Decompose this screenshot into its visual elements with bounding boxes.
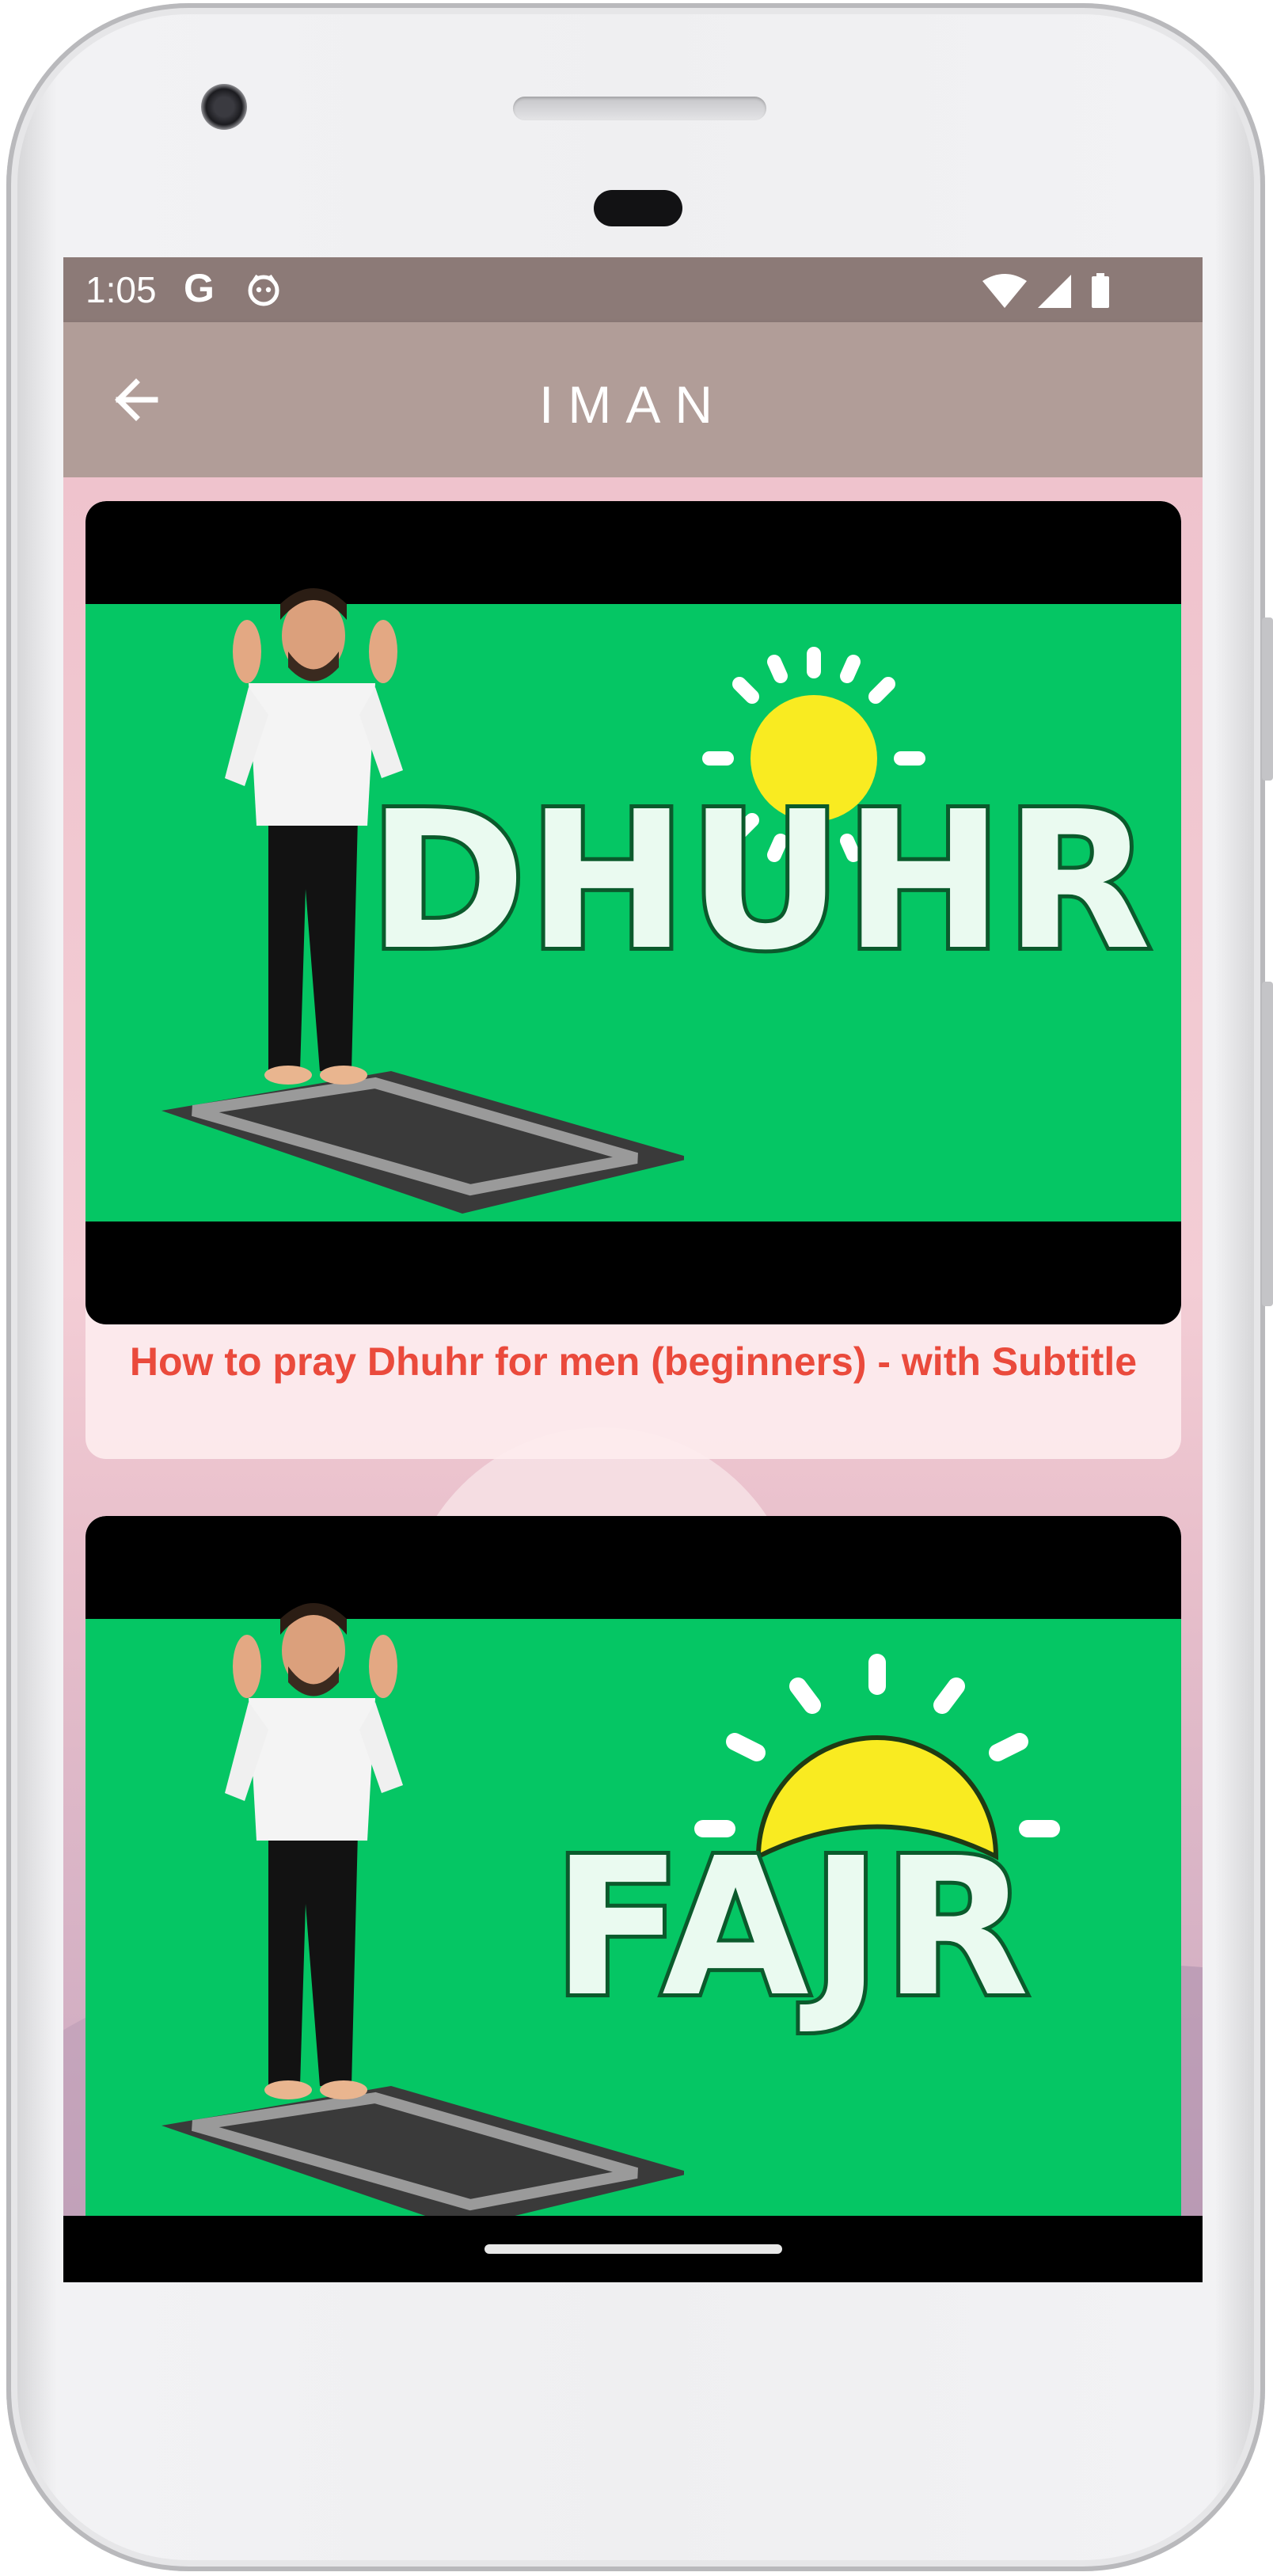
wifi-icon	[982, 274, 1027, 308]
video-thumbnail[interactable]: FAJR	[86, 1516, 1181, 2282]
status-bar: 1:05 G	[63, 257, 1203, 322]
home-gesture-handle[interactable]	[484, 2244, 782, 2254]
status-icons	[982, 273, 1109, 308]
video-title[interactable]: How to pray Dhuhr for men (beginners) - …	[86, 1339, 1181, 1385]
battery-icon	[1092, 276, 1109, 308]
front-camera	[201, 84, 247, 130]
thumbnail-text: DHUHR	[364, 770, 1155, 992]
power-button	[1262, 617, 1273, 781]
video-list: DHUHR How to pray Dhuhr for men (beginne…	[63, 477, 1203, 2282]
volume-button	[1262, 982, 1273, 1306]
navigation-bar	[63, 2216, 1203, 2282]
screen: 1:05 G IMAN DHUHR How to pray Dhuhr for …	[63, 257, 1203, 2282]
status-time: 1:05	[86, 269, 157, 310]
video-card[interactable]: DHUHR How to pray Dhuhr for men (beginne…	[86, 501, 1181, 1459]
earpiece-speaker	[513, 97, 766, 120]
page-title: IMAN	[539, 375, 727, 434]
google-icon: G	[184, 266, 215, 310]
app-bar: IMAN	[63, 322, 1203, 477]
video-thumbnail[interactable]: DHUHR	[86, 501, 1181, 1324]
video-card[interactable]: FAJR	[86, 1516, 1181, 2282]
signal-icon	[1038, 275, 1071, 308]
notification-face-icon	[248, 274, 279, 306]
proximity-sensor	[594, 190, 682, 226]
thumbnail-text: FAJR	[549, 1817, 1033, 2038]
